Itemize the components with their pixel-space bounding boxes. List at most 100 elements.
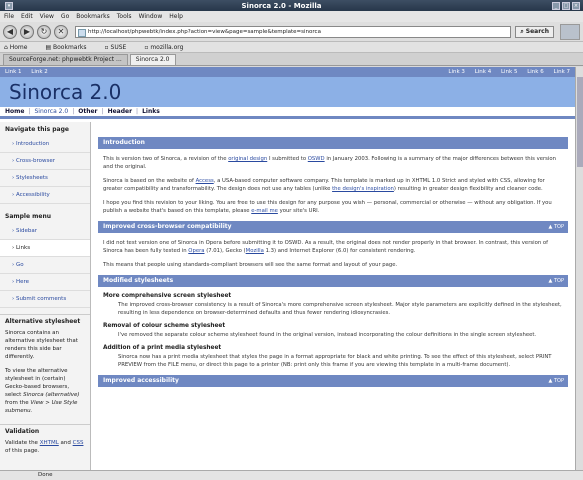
menu-view[interactable]: View [40,13,54,20]
link-1[interactable]: Link 1 [5,69,22,75]
inspiration-link[interactable]: the design's inspiration [332,186,394,192]
subnav-other[interactable]: Other [78,108,97,115]
link-2[interactable]: Link 2 [31,69,48,75]
top-label: TOP [553,378,564,384]
css-link[interactable]: CSS [73,440,84,446]
oswd-link[interactable]: OSWD [308,156,325,162]
menu-file[interactable]: File [4,13,14,20]
text: (7.01), Gecko ( [206,248,246,254]
sidebar-item-label: Submit comments [15,296,67,302]
tab-sinorca[interactable]: Sinorca 2.0 [129,54,176,65]
email-link[interactable]: e-mail me [251,208,278,214]
bookmark-home[interactable]: ⌂ Home [4,44,36,51]
breadcrumb: Home | Sinorca 2.0 | Other | Header | Links [0,107,575,119]
menu-tools[interactable]: Tools [117,13,132,20]
link-6[interactable]: Link 6 [527,69,544,75]
menu-edit[interactable]: Edit [21,13,33,20]
forward-button[interactable]: ▶ [20,24,34,39]
alt-stylesheet-heading: Alternative stylesheet [5,318,81,325]
top-link[interactable]: ▲ TOP [549,221,564,233]
section-heading-label: Improved cross-browser compatibility [103,223,232,230]
access-link[interactable]: Access [196,178,214,184]
main-content: Introduction This is version two of Sino… [98,137,568,393]
intro-paragraph-1: This is version two of Sinorca, a revisi… [103,155,563,171]
text: 1.3) and Internet Explorer (6.0) for con… [265,248,416,254]
stop-button[interactable]: ✕ [54,24,68,39]
status-text: Done [38,472,53,478]
validation-box: Validation Validate the XHTML and CSS of… [0,424,90,458]
sidebar-item-submit-comments[interactable]: › Submit comments [0,291,90,308]
menu-go[interactable]: Go [61,13,69,20]
sidebar-nav-heading: Navigate this page [5,126,69,133]
xhtml-link[interactable]: XHTML [40,440,59,446]
bookmark-mozilla-label: mozilla.org [150,43,184,51]
reload-button[interactable]: ↻ [37,24,51,39]
vertical-scrollbar[interactable] [575,67,583,470]
subnav-header[interactable]: Header [108,108,132,115]
status-bar: Done [0,470,583,480]
close-icon[interactable]: × [572,1,580,10]
throbber-icon[interactable] [560,23,580,40]
text: I submitted to [268,156,307,162]
original-design-link[interactable]: original design [228,156,267,162]
bookmark-suse-label: SUSE [110,43,127,51]
web-page: Link 1 Link 2 Link 3 Link 4 Link 5 Link … [0,67,575,470]
cross-paragraph-1: I did not test version one of Sinorca in… [103,239,563,255]
subnav-sinorca[interactable]: Sinorca 2.0 [35,108,69,115]
mozilla-link[interactable]: Mozilla [246,248,264,254]
top-link[interactable]: ▲ TOP [549,275,564,287]
url-field[interactable]: http://localhost/phpwebtk/index.php?acti… [75,25,512,38]
window-menu-icon[interactable]: ▾ [5,1,13,10]
search-button-label: Search [525,27,549,35]
scrollbar-thumb[interactable] [577,77,583,167]
link-4[interactable]: Link 4 [475,69,492,75]
navigation-toolbar: ◀ ▶ ↻ ✕ http://localhost/phpwebtk/index.… [0,22,583,42]
link-3[interactable]: Link 3 [448,69,465,75]
sidebar: Navigate this page › Introduction › Cros… [0,122,91,470]
sidebar-item-links[interactable]: › Links [0,240,90,257]
bookmark-home-label: Home [9,43,28,51]
text: your site's URI. [279,208,320,214]
back-button[interactable]: ◀ [3,24,17,39]
top-link[interactable]: ▲ TOP [549,375,564,387]
tab-sourceforge[interactable]: SourceForge.net: phpwebtk Project ... [3,54,128,65]
section-heading: Improved accessibility ▲ TOP [98,375,568,387]
subnav-home[interactable]: Home [5,108,24,115]
bookmark-bookmarks[interactable]: ▤ Bookmarks [45,44,95,51]
sidebar-item-stylesheets[interactable]: › Stylesheets [0,170,90,187]
sidebar-item-label: Introduction [15,141,50,147]
menu-bookmarks[interactable]: Bookmarks [76,13,110,20]
sidebar-item-label: Stylesheets [15,175,48,181]
sidebar-item-here[interactable]: › Here [0,274,90,291]
sidebar-item-label: Here [15,279,29,285]
top-label: TOP [553,224,564,230]
subheading: More comprehensive screen stylesheet [103,293,232,299]
sidebar-item-sidebar[interactable]: › Sidebar [0,223,90,240]
minimize-icon[interactable]: _ [552,1,560,10]
bookmark-suse[interactable]: ▫ SUSE [105,44,136,51]
menubar: File Edit View Go Bookmarks Tools Window… [0,11,583,22]
section-heading-label: Improved accessibility [103,377,179,384]
section-heading: Introduction [98,137,568,149]
search-button[interactable]: ⌕ Search [515,25,554,38]
window-title: Sinorca 2.0 - Mozilla [241,1,322,10]
sidebar-item-go[interactable]: › Go [0,257,90,274]
text: I hope you find this revision to your li… [103,200,552,214]
subnav-links[interactable]: Links [142,108,160,115]
stylesheet-paragraph-3: Sinorca now has a print media stylesheet… [118,354,552,368]
sidebar-item-label: Cross-browser [15,158,56,164]
link-5[interactable]: Link 5 [501,69,518,75]
opera-link[interactable]: Opera [188,248,204,254]
link-7[interactable]: Link 7 [553,69,570,75]
top-links-bar: Link 1 Link 2 Link 3 Link 4 Link 5 Link … [0,67,575,77]
sidebar-item-introduction[interactable]: › Introduction [0,136,90,153]
alternative-stylesheet-box: Alternative stylesheet Sinorca contains … [0,314,90,418]
sidebar-item-label: Accessibility [15,192,50,198]
bookmark-mozilla[interactable]: ▫ mozilla.org [144,44,192,51]
menu-help[interactable]: Help [169,13,183,20]
sidebar-item-cross-browser[interactable]: › Cross-browser [0,153,90,170]
sidebar-item-accessibility[interactable]: › Accessibility [0,187,90,204]
menu-window[interactable]: Window [139,13,163,20]
validation-heading: Validation [5,428,40,435]
maximize-icon[interactable]: □ [562,1,570,10]
